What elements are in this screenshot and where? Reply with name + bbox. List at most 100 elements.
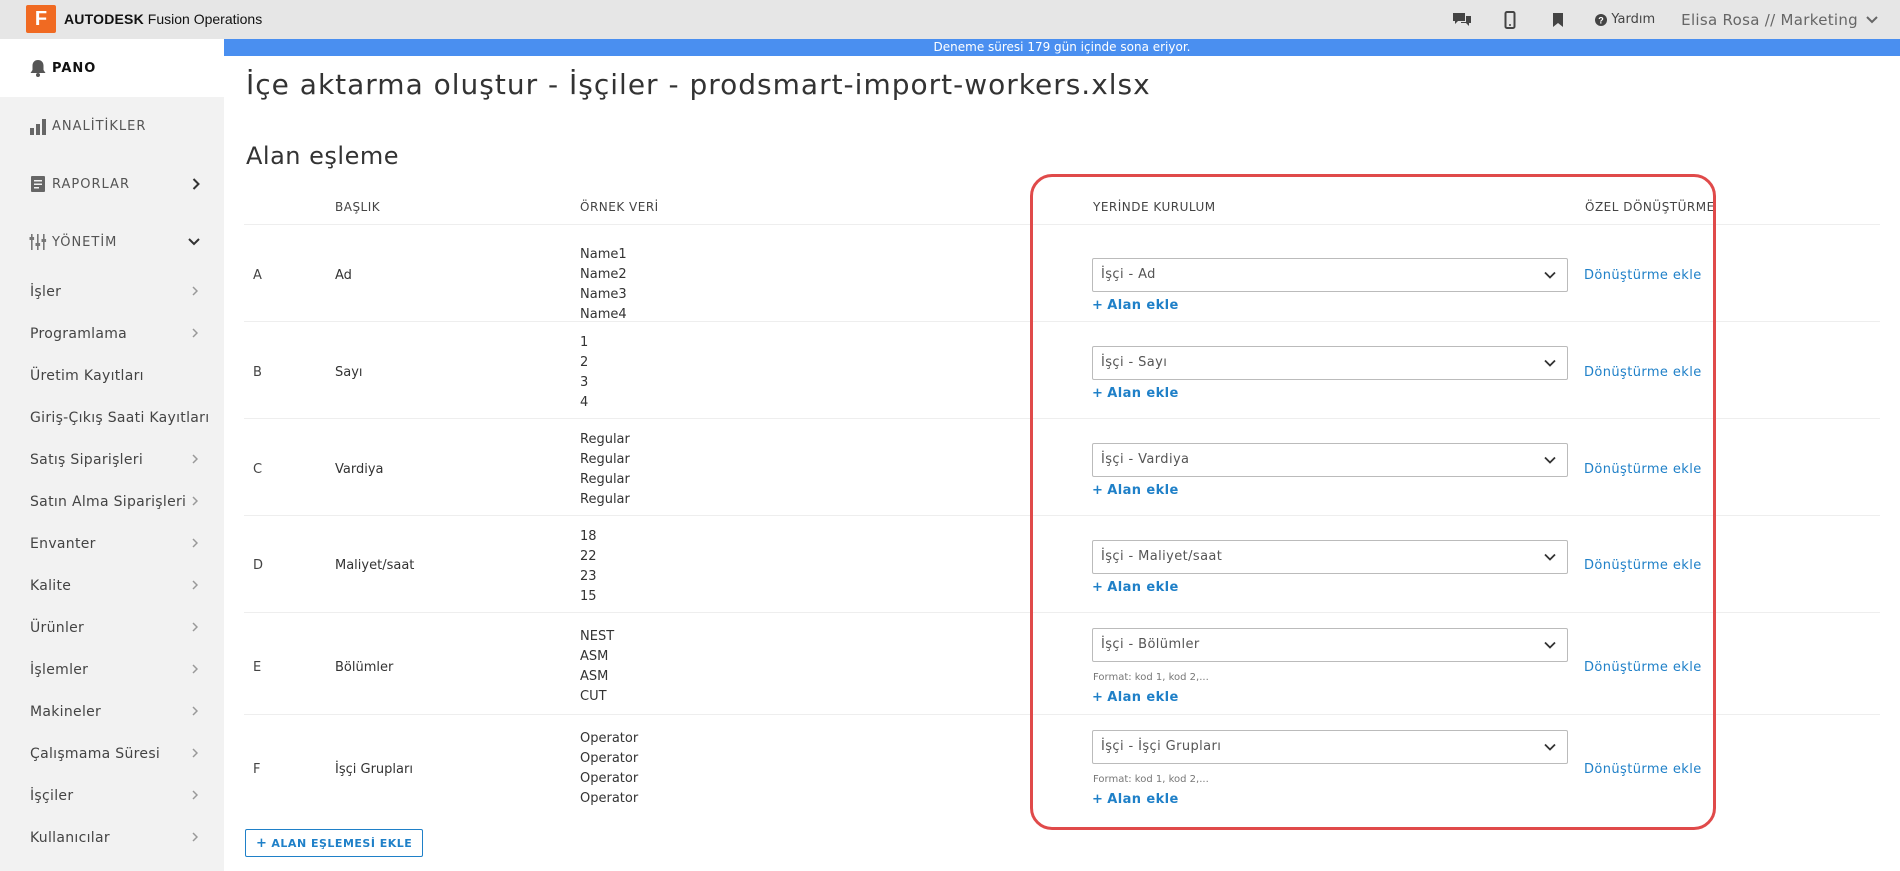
add-field-link[interactable]: + Alan ekle [1092, 580, 1179, 595]
sidebar-subitem[interactable]: Çalışmama Süresi [0, 733, 224, 775]
add-transform-link[interactable]: Dönüştürme ekle [1584, 762, 1702, 777]
field-select-value: İşçi - İşçi Grupları [1101, 739, 1222, 754]
add-mapping-label: ALAN EŞLEMESİ EKLE [271, 836, 413, 850]
sidebar-item-pano[interactable]: PANO [0, 39, 224, 97]
question-icon: ? [1595, 13, 1608, 26]
add-field-label: Alan ekle [1107, 580, 1179, 595]
sidebar-subitem[interactable]: Satın Alma Siparişleri [0, 481, 224, 523]
chevron-down-icon [1544, 553, 1556, 561]
sidebar-subitem-label: Giriş-Çıkış Saati Kayıtları [30, 410, 210, 426]
table-row: E Bölümler NEST ASM ASM CUT İşçi - Bölümler… [244, 613, 1880, 715]
add-field-link[interactable]: + Alan ekle [1092, 298, 1179, 313]
row-header: Vardiya [335, 462, 384, 477]
row-sample-data: NEST ASM ASM CUT [580, 629, 615, 704]
add-field-link[interactable]: + Alan ekle [1092, 690, 1179, 705]
sidebar-subitem-label: İşler [30, 284, 62, 300]
sidebar-subitem-label: Kullanıcılar [30, 830, 110, 846]
format-hint: Format: kod 1, kod 2,... [1093, 672, 1209, 683]
sidebar-subitem[interactable]: Giriş-Çıkış Saati Kayıtları [0, 397, 224, 439]
chevron-right-icon [192, 621, 199, 635]
chevron-right-icon [192, 285, 199, 299]
row-header: Sayı [335, 365, 363, 380]
chevron-down-icon [1544, 641, 1556, 649]
sidebar-item-label: PANO [52, 60, 97, 76]
row-sample-data: Operator Operator Operator Operator [580, 731, 639, 806]
field-select[interactable]: İşçi - Sayı [1092, 346, 1568, 380]
field-select[interactable]: İşçi - Bölümler [1092, 628, 1568, 662]
chevron-right-icon [192, 831, 199, 845]
sidebar-subitem-label: Makineler [30, 704, 102, 720]
row-sample-data: 1 2 3 4 [580, 335, 589, 410]
sidebar-item-analitikler[interactable]: ANALİTİKLER [0, 97, 224, 155]
table-row: B Sayı 1 2 3 4 İşçi - Sayı + Alan ekle Dönüştü… [244, 322, 1880, 419]
sidebar-item-raporlar[interactable]: RAPORLAR [0, 155, 224, 213]
sidebar-item-label: ANALİTİKLER [52, 118, 147, 134]
sidebar-item-label: YÖNETİM [52, 234, 118, 250]
brand[interactable]: F AUTODESK Fusion Operations [26, 5, 262, 33]
row-letter: C [253, 462, 263, 477]
chevron-right-icon [192, 327, 199, 341]
sidebar-item-yonetim[interactable]: YÖNETİM [0, 213, 224, 271]
sidebar-subitem-label: Satış Siparişleri [30, 452, 144, 468]
field-select[interactable]: İşçi - Maliyet/saat [1092, 540, 1568, 574]
add-transform-link[interactable]: Dönüştürme ekle [1584, 558, 1702, 573]
sidebar-subitem[interactable]: Programlama [0, 313, 224, 355]
sidebar-subitem[interactable]: Satış Siparişleri [0, 439, 224, 481]
row-letter: E [253, 660, 262, 675]
table-header: BAŞLIK ÖRNEK VERİ YERİNDE KURULUM ÖZEL D… [244, 189, 1880, 225]
chevron-down-icon [1544, 359, 1556, 367]
report-icon [31, 176, 45, 192]
sidebar-subitem[interactable]: Ürünler [0, 607, 224, 649]
add-field-link[interactable]: + Alan ekle [1092, 483, 1179, 498]
help-link[interactable]: ? Yardım [1595, 12, 1655, 27]
user-label: Elisa Rosa // Marketing [1681, 10, 1858, 29]
sidebar-subitem-label: Çalışmama Süresi [30, 746, 161, 762]
field-select[interactable]: İşçi - Vardiya [1092, 443, 1568, 477]
add-transform-link[interactable]: Dönüştürme ekle [1584, 268, 1702, 283]
chevron-right-icon [192, 747, 199, 761]
user-menu[interactable]: Elisa Rosa // Marketing [1681, 11, 1878, 29]
sidebar-subitem[interactable]: Üretim Kayıtları [0, 355, 224, 397]
sidebar-subitem[interactable]: Kullanıcılar [0, 817, 224, 859]
section-title: Alan eşleme [246, 142, 399, 170]
add-mapping-button[interactable]: + ALAN EŞLEMESİ EKLE [245, 829, 424, 857]
sidebar-submenu: İşler Programlama Üretim Kayıtları Giriş-Çı… [0, 271, 224, 859]
bookmark-icon[interactable] [1547, 9, 1569, 31]
sidebar-subitem[interactable]: İşler [0, 271, 224, 313]
plus-icon: + [1092, 690, 1104, 705]
table-row: F İşçi Grupları Operator Operator Operator… [244, 715, 1880, 817]
add-field-label: Alan ekle [1107, 792, 1179, 807]
fusion-logo: F [26, 5, 56, 33]
field-select-value: İşçi - Ad [1101, 267, 1156, 282]
add-transform-link[interactable]: Dönüştürme ekle [1584, 462, 1702, 477]
add-field-link[interactable]: + Alan ekle [1092, 792, 1179, 807]
sidebar: PANO ANALİTİKLER RAPORLAR YÖNETİM İşler P… [0, 39, 224, 871]
brand-name: AUTODESK Fusion Operations [64, 11, 263, 27]
add-transform-link[interactable]: Dönüştürme ekle [1584, 660, 1702, 675]
chevron-right-icon [192, 453, 199, 467]
bell-icon [30, 60, 46, 77]
field-select-value: İşçi - Sayı [1101, 355, 1168, 370]
row-header: Bölümler [335, 660, 394, 675]
sidebar-subitem[interactable]: Envanter [0, 523, 224, 565]
row-sample-data: Regular Regular Regular Regular [580, 432, 630, 507]
chevron-down-icon [1544, 456, 1556, 464]
field-select[interactable]: İşçi - İşçi Grupları [1092, 730, 1568, 764]
sidebar-subitem[interactable]: İşçiler [0, 775, 224, 817]
chevron-right-icon [192, 537, 199, 551]
field-select[interactable]: İşçi - Ad [1092, 258, 1568, 292]
add-field-link[interactable]: + Alan ekle [1092, 386, 1179, 401]
sidebar-subitem[interactable]: İşlemler [0, 649, 224, 691]
add-transform-link[interactable]: Dönüştürme ekle [1584, 365, 1702, 380]
sidebar-subitem[interactable]: Kalite [0, 565, 224, 607]
chevron-right-icon [192, 663, 199, 677]
sidebar-subitem-label: Üretim Kayıtları [30, 368, 144, 384]
sidebar-subitem[interactable]: Makineler [0, 691, 224, 733]
row-letter: A [253, 268, 262, 283]
field-select-value: İşçi - Maliyet/saat [1101, 549, 1223, 564]
mobile-icon[interactable] [1499, 9, 1521, 31]
chat-icon[interactable] [1451, 9, 1473, 31]
format-hint: Format: kod 1, kod 2,... [1093, 774, 1209, 785]
plus-icon: + [1092, 298, 1104, 313]
bar-chart-icon [30, 119, 46, 135]
